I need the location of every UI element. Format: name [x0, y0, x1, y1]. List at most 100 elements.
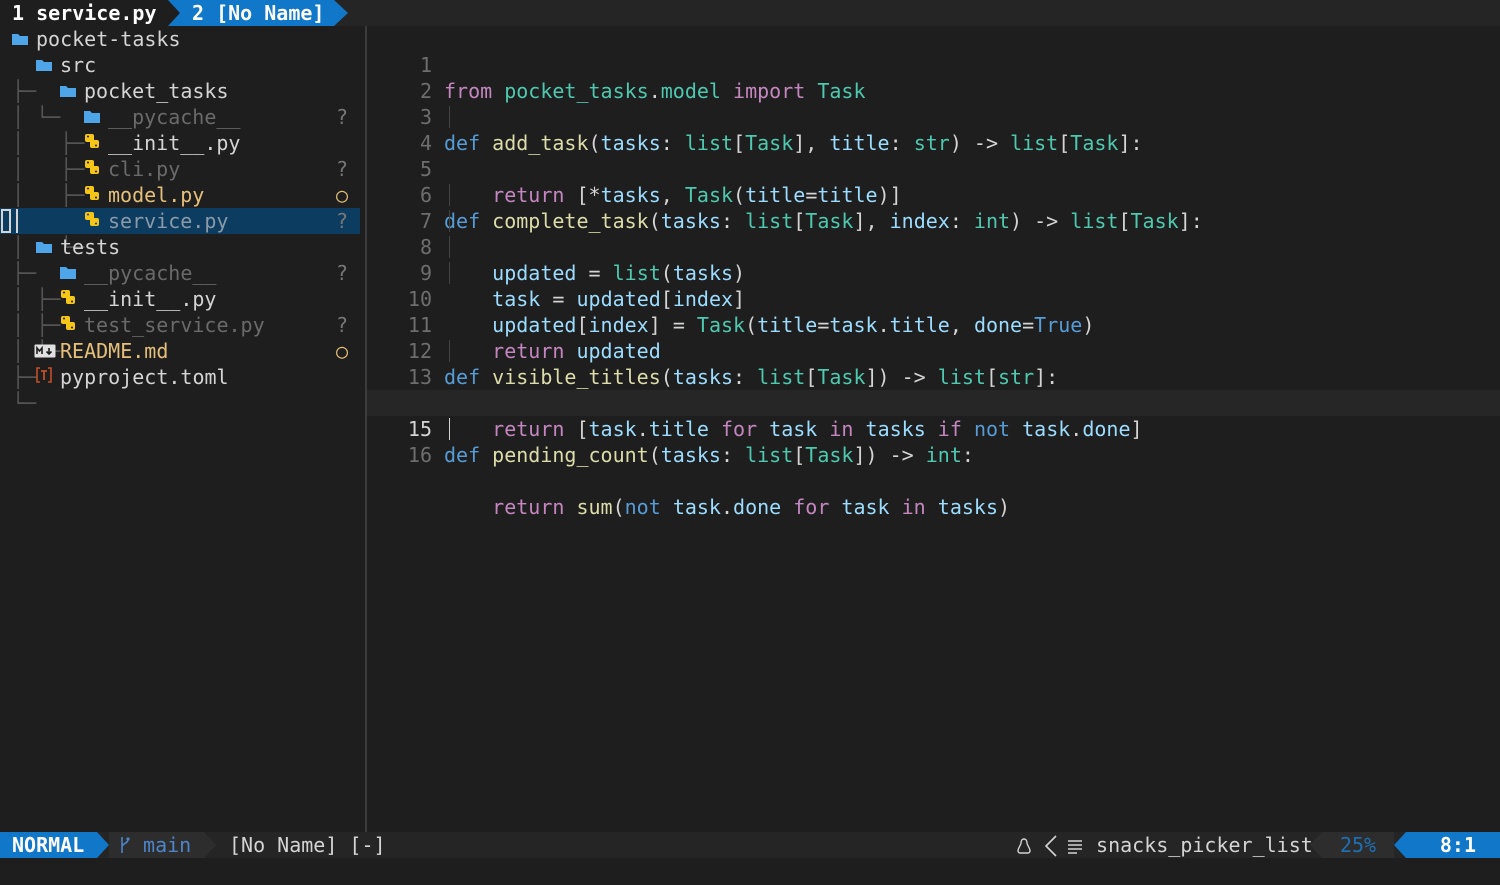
code-text: return sum(not task.done for task in tas…: [492, 495, 1011, 519]
code-line[interactable]: 14: [367, 364, 1500, 415]
tree-item-cli-py[interactable]: │ ├─ cli.py ?: [0, 156, 360, 207]
tree-item-pocket-tasks-pkg[interactable]: │ └─ pocket_tasks: [0, 78, 360, 129]
git-status-badge: ?: [335, 157, 348, 181]
git-branch-icon: [119, 833, 131, 857]
tree-item-label: __pycache__: [108, 105, 241, 129]
python-icon: [82, 208, 102, 234]
tree-item-label: pocket_tasks: [84, 79, 229, 103]
tree-item-label: service.py: [108, 209, 229, 233]
code-line[interactable]: 5: [367, 130, 1500, 181]
tree-item-label: pyproject.toml: [60, 365, 229, 389]
git-status-badge: ?: [335, 105, 348, 129]
tree-item-pyproject-toml[interactable]: └─ pyproject.toml: [0, 364, 360, 415]
status-icons: [1016, 832, 1058, 858]
tab-service-py[interactable]: 1 service.py: [0, 0, 168, 26]
chevron-left-icon: [1044, 833, 1058, 857]
tabline: 1 service.py 2 [No Name]: [0, 0, 1500, 26]
line-number: 16: [407, 443, 432, 467]
tree-item-pocket-tasks[interactable]: pocket-tasks: [0, 26, 360, 52]
tree-item-tests-pycache[interactable]: │ ├─ __pycache__ ?: [0, 260, 360, 311]
tree-item-readme-md[interactable]: ├─ README.md ○: [0, 338, 360, 389]
code-line[interactable]: 13 return [task.title for task in tasks …: [367, 338, 1500, 441]
tree-item-label: __init__.py: [84, 287, 217, 311]
folder-icon: [58, 260, 78, 286]
indent-guide: [449, 106, 450, 128]
code-line[interactable]: 7 updated = list(tasks): [367, 182, 1500, 285]
folder-open-icon: [34, 234, 54, 260]
tree-item-label: tests: [60, 235, 121, 259]
linux-icon: [1016, 833, 1032, 857]
git-status-badge: ?: [335, 261, 348, 285]
code-line[interactable]: 12 def visible_titles(tasks: list[Task])…: [367, 312, 1500, 389]
code-line[interactable]: 3 def add_task(tasks: list[Task], title:…: [367, 78, 1500, 155]
tree-item-init-py[interactable]: │ ├─ __init__.py: [0, 130, 360, 181]
tab-label: [No Name]: [216, 1, 325, 25]
python-icon: [82, 130, 102, 156]
lines-icon: [1066, 833, 1084, 857]
code-line[interactable]: 4 return [*tasks, Task(title=title)]: [367, 104, 1500, 207]
markdown-icon: [34, 338, 56, 364]
code-editor[interactable]: 1 from pocket_tasks.model import Task 2 …: [367, 26, 1500, 832]
tree-item-label: __pycache__: [84, 261, 217, 285]
tree-item-src[interactable]: ├─ src: [0, 52, 360, 103]
tab-label: service.py: [36, 1, 157, 25]
tree-guide: └─: [12, 391, 37, 415]
tree-item-label: cli.py: [108, 157, 181, 181]
tree-item-model-py[interactable]: │ ├─ model.py ○: [0, 182, 360, 233]
tree-item-pycache[interactable]: │ ├─ __pycache__ ?: [0, 104, 360, 155]
tab-no-name[interactable]: 2 [No Name]: [168, 0, 348, 26]
filetype-label: snacks_picker_list: [1096, 833, 1313, 857]
branch-name: main: [143, 833, 192, 857]
tree-item-tests[interactable]: ├─ tests: [0, 234, 360, 285]
code-line-current[interactable]: 15 def pending_count(tasks: list[Task]) …: [367, 390, 1500, 467]
git-status-badge: ○: [335, 339, 348, 363]
indent-guide: [449, 236, 450, 258]
tree-item-label: pocket-tasks: [36, 27, 181, 51]
folder-open-icon: [10, 26, 30, 52]
folder-open-icon: [34, 52, 54, 78]
indent-guide: [449, 184, 450, 206]
code-line[interactable]: 1 from pocket_tasks.model import Task: [367, 26, 1500, 103]
indent-guide: [449, 340, 450, 362]
tree-item-label: model.py: [108, 183, 205, 207]
indent-guide: [449, 262, 450, 284]
tree-item-label: __init__.py: [108, 131, 241, 155]
cursor-indicator: [1, 209, 11, 233]
git-status-badge: ○: [335, 183, 348, 207]
toml-icon: [34, 364, 54, 390]
tab-number: 2: [192, 1, 205, 25]
code-line[interactable]: 10 return updated: [367, 260, 1500, 363]
code-line[interactable]: 2: [367, 52, 1500, 103]
mode-indicator: NORMAL: [0, 832, 109, 858]
git-branch[interactable]: main: [109, 832, 216, 858]
python-icon: [82, 156, 102, 182]
tree-item-label: README.md: [60, 339, 169, 363]
code-line[interactable]: 8 task = updated[index]: [367, 208, 1500, 311]
python-icon: [58, 312, 78, 338]
folder-icon: [82, 104, 102, 130]
code-line[interactable]: 6 def complete_task(tasks: list[Task], i…: [367, 156, 1500, 233]
folder-open-icon: [58, 78, 78, 104]
code-line[interactable]: 16 return sum(not task.done for task in …: [367, 416, 1500, 519]
cursor-position: 8:1: [1394, 832, 1500, 858]
tree-item-test-service-py[interactable]: │ └─ test_service.py ?: [0, 312, 360, 363]
buffer-name: [No Name] [-]: [229, 833, 386, 857]
python-icon: [58, 286, 78, 312]
tree-item-label: test_service.py: [84, 313, 265, 337]
statusline: NORMAL main [No Name] [-] snacks_picker_…: [0, 832, 1500, 858]
code-line[interactable]: 9 updated[index] = Task(title=task.title…: [367, 234, 1500, 337]
code-line[interactable]: 11: [367, 286, 1500, 337]
tab-number: 1: [12, 1, 25, 25]
indent-guide: [449, 210, 450, 232]
tree-item-tests-init-py[interactable]: │ ├─ __init__.py: [0, 286, 360, 337]
tree-item-service-py[interactable]: │ └─ service.py ?: [0, 208, 360, 259]
cursor-indicator-bar: [16, 209, 18, 233]
command-line[interactable]: [0, 858, 1500, 885]
filetype: snacks_picker_list: [1066, 832, 1313, 858]
python-icon: [82, 182, 102, 208]
tree-item-label: src: [60, 53, 97, 77]
code-text: def pending_count(tasks: list[Task]) -> …: [444, 443, 974, 467]
git-status-badge: ?: [335, 209, 348, 233]
scroll-percent: 25%: [1310, 832, 1394, 858]
file-explorer: pocket-tasks ├─ src │ └─ pocket_tasks │ …: [0, 26, 365, 832]
